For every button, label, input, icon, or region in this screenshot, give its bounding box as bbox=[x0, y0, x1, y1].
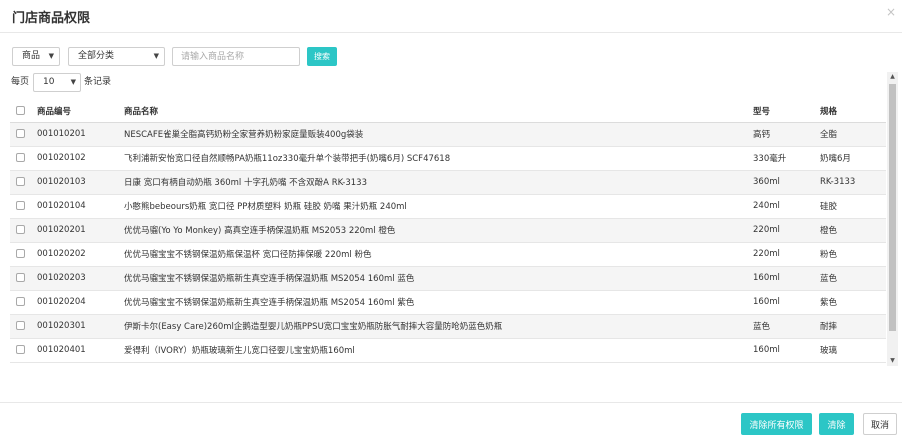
table-header-row: 商品编号 商品名称 型号 规格 bbox=[10, 100, 886, 123]
table-row[interactable]: 001020202 优优马骝宝宝不锈钢保温奶瓶保温杯 宽口径防摔保暖 220ml… bbox=[10, 242, 886, 267]
cell-code: 001020102 bbox=[37, 146, 124, 171]
cell-model: 240ml bbox=[753, 194, 820, 219]
cell-model: 220ml bbox=[753, 218, 820, 243]
product-table: 商品编号 商品名称 型号 规格 001010201 NESCAFE雀巢全脂高钙奶… bbox=[10, 100, 886, 368]
table-row[interactable]: 001020103 日康 宽口有柄自动奶瓶 360ml 十字孔奶嘴 不含双酚A … bbox=[10, 170, 886, 195]
cancel-button[interactable]: 取消 bbox=[863, 413, 897, 435]
cell-code: 001020202 bbox=[37, 242, 124, 267]
close-icon[interactable]: × bbox=[886, 6, 896, 18]
cell-name: 优优马骝宝宝不锈钢保温奶瓶保温杯 宽口径防摔保暖 220ml 粉色 bbox=[124, 242, 753, 267]
row-checkbox[interactable] bbox=[16, 177, 25, 186]
footer-divider bbox=[0, 402, 902, 403]
table-row[interactable]: 001020104 小憨熊bebeours奶瓶 宽口径 PP材质塑料 奶瓶 硅胶… bbox=[10, 194, 886, 219]
cell-model: 160ml bbox=[753, 266, 820, 291]
cell-name: 优优马骝(Yo Yo Monkey) 高真空连手柄保温奶瓶 MS2053 220… bbox=[124, 218, 753, 243]
cell-spec: RK-3133 bbox=[820, 170, 886, 195]
cell-code: 001010201 bbox=[37, 122, 124, 147]
select-all-checkbox[interactable] bbox=[16, 105, 25, 115]
header-name[interactable]: 商品名称 bbox=[124, 100, 753, 123]
cell-name: 优优马骝宝宝不锈钢保温奶瓶新生真空连手柄保温奶瓶 MS2054 160ml 蓝色 bbox=[124, 266, 753, 291]
dialog-title: 门店商品权限 bbox=[12, 11, 91, 26]
clear-all-permissions-button[interactable]: 清除所有权限 bbox=[741, 413, 812, 435]
cell-name: 伊斯卡尔(Easy Care)260ml企鹅造型婴儿奶瓶PPSU宽口宝宝奶瓶防胀… bbox=[124, 314, 753, 339]
cell-model: 蓝色 bbox=[753, 314, 820, 339]
type-select[interactable]: 商品 ▼ bbox=[12, 47, 60, 66]
cell-name: 日康 宽口有柄自动奶瓶 360ml 十字孔奶嘴 不含双酚A RK-3133 bbox=[124, 170, 753, 195]
cell-name: 小憨熊bebeours奶瓶 宽口径 PP材质塑料 奶瓶 硅胶 奶嘴 果汁奶瓶 2… bbox=[124, 194, 753, 219]
dialog-header: 门店商品权限 × bbox=[0, 0, 902, 33]
page-size-prefix: 每页 bbox=[11, 77, 30, 87]
search-input[interactable] bbox=[172, 47, 300, 66]
cell-name: 爱得利（IVORY）奶瓶玻璃新生儿宽口径婴儿宝宝奶瓶160ml bbox=[124, 338, 753, 363]
scroll-down-arrow-icon[interactable]: ▼ bbox=[887, 356, 898, 366]
cell-model: 高钙 bbox=[753, 122, 820, 147]
category-select[interactable]: 全部分类 ▼ bbox=[68, 47, 165, 66]
table-row[interactable]: 001010201 NESCAFE雀巢全脂高钙奶粉全家营养奶粉家庭量贩装400g… bbox=[10, 122, 886, 147]
cell-spec: 全脂 bbox=[820, 122, 886, 147]
row-checkbox[interactable] bbox=[16, 321, 25, 330]
cell-model: 360ml bbox=[753, 170, 820, 195]
page-size-suffix: 条记录 bbox=[84, 77, 112, 87]
table-row[interactable]: 001020201 优优马骝(Yo Yo Monkey) 高真空连手柄保温奶瓶 … bbox=[10, 218, 886, 243]
table-row[interactable]: 001020102 飞利浦新安怡宽口径自然顺畅PA奶瓶11oz330毫升单个装带… bbox=[10, 146, 886, 171]
row-checkbox[interactable] bbox=[16, 129, 25, 138]
page-size-value: 10 bbox=[43, 77, 55, 87]
cell-model: 160ml bbox=[753, 338, 820, 363]
row-checkbox[interactable] bbox=[16, 273, 25, 282]
cell-spec: 奶嘴6月 bbox=[820, 146, 886, 171]
row-checkbox[interactable] bbox=[16, 297, 25, 306]
cell-code: 001020103 bbox=[37, 170, 124, 195]
header-model[interactable]: 型号 bbox=[753, 100, 820, 123]
row-checkbox[interactable] bbox=[16, 201, 25, 210]
scrollbar-thumb[interactable] bbox=[889, 84, 896, 331]
header-spec[interactable]: 规格 bbox=[820, 100, 886, 123]
search-button[interactable]: 搜索 bbox=[307, 47, 337, 66]
table-row[interactable]: 001020401 爱得利（IVORY）奶瓶玻璃新生儿宽口径婴儿宝宝奶瓶160m… bbox=[10, 338, 886, 363]
chevron-down-icon: ▼ bbox=[48, 52, 54, 60]
cell-name: 优优马骝宝宝不锈钢保温奶瓶新生真空连手柄保温奶瓶 MS2054 160ml 紫色 bbox=[124, 290, 753, 315]
row-checkbox[interactable] bbox=[16, 345, 25, 354]
cell-spec: 橙色 bbox=[820, 218, 886, 243]
type-select-value: 商品 bbox=[22, 51, 41, 61]
cell-name: NESCAFE雀巢全脂高钙奶粉全家营养奶粉家庭量贩装400g袋装 bbox=[124, 122, 753, 147]
cell-spec: 粉色 bbox=[820, 242, 886, 267]
row-checkbox[interactable] bbox=[16, 153, 25, 162]
chevron-down-icon: ▼ bbox=[153, 52, 159, 60]
cell-spec: 玻璃 bbox=[820, 338, 886, 363]
cell-model: 330毫升 bbox=[753, 146, 820, 171]
cell-spec: 耐摔 bbox=[820, 314, 886, 339]
category-select-value: 全部分类 bbox=[78, 51, 115, 61]
table-scrollbar[interactable]: ▲ ▼ bbox=[887, 72, 898, 366]
cell-spec: 硅胶 bbox=[820, 194, 886, 219]
cell-model: 220ml bbox=[753, 242, 820, 267]
chevron-down-icon: ▼ bbox=[70, 78, 76, 86]
cell-name: 飞利浦新安怡宽口径自然顺畅PA奶瓶11oz330毫升单个装带把手(奶嘴6月) S… bbox=[124, 146, 753, 171]
table-row[interactable]: 001020203 优优马骝宝宝不锈钢保温奶瓶新生真空连手柄保温奶瓶 MS205… bbox=[10, 266, 886, 291]
cell-code: 001020201 bbox=[37, 218, 124, 243]
cell-spec: 紫色 bbox=[820, 290, 886, 315]
cell-spec: 蓝色 bbox=[820, 266, 886, 291]
scroll-up-arrow-icon[interactable]: ▲ bbox=[887, 72, 898, 82]
cell-model: 160ml bbox=[753, 290, 820, 315]
cell-code: 001020204 bbox=[37, 290, 124, 315]
row-checkbox[interactable] bbox=[16, 225, 25, 234]
header-code[interactable]: 商品编号 bbox=[37, 100, 124, 123]
cell-code: 001020301 bbox=[37, 314, 124, 339]
cell-code: 001020203 bbox=[37, 266, 124, 291]
row-checkbox[interactable] bbox=[16, 249, 25, 258]
table-row[interactable]: 001020301 伊斯卡尔(Easy Care)260ml企鹅造型婴儿奶瓶PP… bbox=[10, 314, 886, 339]
cell-code: 001020104 bbox=[37, 194, 124, 219]
cell-code: 001020401 bbox=[37, 338, 124, 363]
table-row[interactable]: 001020204 优优马骝宝宝不锈钢保温奶瓶新生真空连手柄保温奶瓶 MS205… bbox=[10, 290, 886, 315]
clear-button[interactable]: 清除 bbox=[819, 413, 854, 435]
page-size-select[interactable]: 10 ▼ bbox=[33, 73, 81, 92]
